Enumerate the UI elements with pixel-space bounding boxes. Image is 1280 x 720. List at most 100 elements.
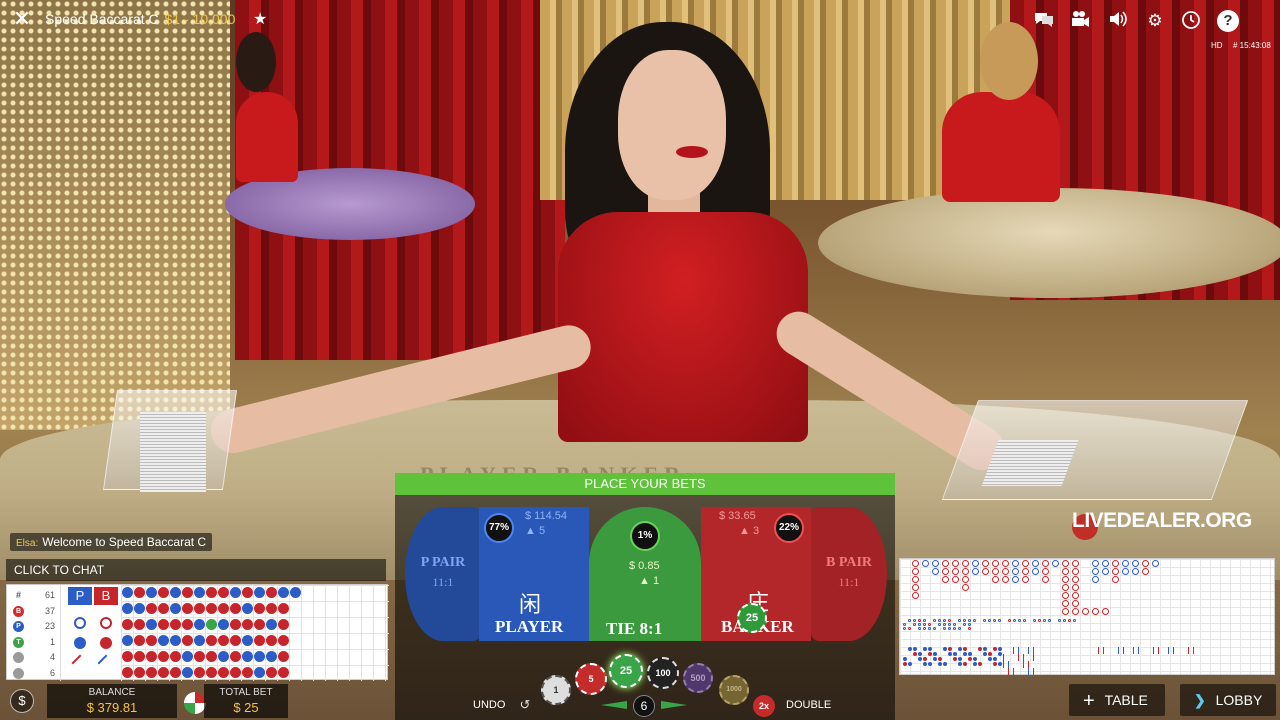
derived-road-mark (923, 657, 927, 661)
gear-icon[interactable]: ⚙ (1143, 9, 1167, 33)
player-prediction-button[interactable]: P (68, 587, 92, 605)
derived-road-mark (1018, 619, 1021, 622)
big-road-result (1112, 560, 1119, 567)
chip-25[interactable]: 25 (609, 654, 643, 688)
derived-road-mark (953, 623, 956, 626)
big-road-result (952, 568, 959, 575)
derived-road-mark (1133, 647, 1134, 654)
bead-road-scoreboard[interactable]: #61 B 37 P 23 T 1 4 6 P B (6, 584, 389, 681)
banker-bet-spot[interactable]: 22% $ 33.65 ▲ 3 庄 BANKER 25 (701, 507, 811, 641)
derived-road-mark (993, 657, 997, 661)
bead-result (134, 635, 145, 646)
bead-result (242, 603, 253, 614)
b-pair-label: B PAIR (825, 555, 873, 570)
chip-1000[interactable]: 1000 (719, 675, 749, 705)
derived-road-mark (923, 623, 926, 626)
chat-input[interactable]: CLICK TO CHAT (6, 559, 386, 581)
bead-result (206, 635, 217, 646)
bead-road-grid (121, 585, 389, 681)
tie-label: TIE 8:1 (606, 619, 663, 638)
derived-road-mark (998, 652, 1002, 656)
big-road-scoreboard[interactable] (899, 558, 1275, 675)
derived-road-mark (1023, 619, 1026, 622)
tie-bet-spot[interactable]: 1% $ 0.85 ▲ 1 TIE 8:1 (589, 507, 701, 641)
chip-5[interactable]: 5 (575, 663, 607, 695)
double-icon[interactable]: 2x (753, 695, 775, 717)
derived-road-mark (958, 647, 962, 651)
video-camera-icon[interactable] (1068, 9, 1092, 33)
history-icon[interactable] (1179, 9, 1203, 33)
big-road-result (1072, 576, 1079, 583)
big-road-result (1042, 568, 1049, 575)
p-pair-odds: 11:1 (432, 575, 454, 589)
bead-result (170, 651, 181, 662)
derived-road-mark (1033, 619, 1036, 622)
banker-cockroach-prediction (97, 654, 115, 672)
derived-road-mark (973, 619, 976, 622)
balance-box: BALANCE $ 379.81 (47, 684, 177, 718)
derived-road-mark (973, 657, 977, 661)
derived-road-mark (1023, 661, 1024, 668)
derived-road-mark (928, 627, 931, 630)
video-quality: HD (1211, 41, 1223, 50)
big-road-result (1122, 560, 1129, 567)
banker-prediction-button[interactable]: B (94, 587, 118, 605)
big-road-result (962, 568, 969, 575)
undo-icon[interactable]: ↺ (515, 695, 535, 715)
bead-result (278, 635, 289, 646)
bead-curtain-left (0, 0, 230, 430)
chip-selector-right-arrow[interactable] (661, 701, 687, 709)
derived-road-mark (938, 662, 942, 666)
big-road-result (1072, 600, 1079, 607)
derived-road-mark (903, 627, 906, 630)
help-icon[interactable]: ? (1217, 10, 1239, 32)
bead-result (194, 667, 205, 678)
table-title: Speed Baccarat C $1 - 10,000 (45, 11, 235, 27)
derived-road-mark (988, 657, 992, 661)
dollar-icon[interactable]: $ (10, 689, 34, 713)
big-road-result (952, 560, 959, 567)
derived-road-mark (1013, 647, 1014, 654)
bead-result (230, 603, 241, 614)
chip-100[interactable]: 100 (647, 657, 679, 689)
derived-road-mark (1073, 619, 1076, 622)
bead-result (146, 651, 157, 662)
lobby-icon: ❯ (1194, 692, 1206, 708)
chip-500[interactable]: 500 (683, 663, 713, 693)
p-pair-bet-spot[interactable]: P PAIR 11:1 (405, 507, 481, 641)
derived-road-mark (963, 647, 967, 651)
bead-result (230, 651, 241, 662)
derived-road-mark (928, 647, 932, 651)
double-label[interactable]: DOUBLE (786, 699, 831, 711)
big-road-result (1142, 560, 1149, 567)
derived-road-mark (1003, 654, 1004, 661)
derived-road-mark (1173, 647, 1174, 654)
derived-road-mark (1168, 647, 1169, 654)
chip-1[interactable]: 1 (541, 675, 571, 705)
bead-result (122, 635, 133, 646)
bead-result (158, 667, 169, 678)
undo-label[interactable]: UNDO (473, 699, 505, 711)
chat-icon[interactable] (1032, 9, 1056, 33)
speaker-icon[interactable] (1106, 9, 1130, 33)
derived-road-mark (1068, 619, 1071, 622)
close-icon[interactable]: ✕ (10, 8, 34, 32)
chip-selector-left-arrow[interactable] (601, 701, 627, 709)
banker-percentage: 22% (774, 513, 804, 543)
bead-result (158, 651, 169, 662)
bead-result (158, 635, 169, 646)
derived-road-mark (1058, 619, 1061, 622)
player-bet-spot[interactable]: 77% $ 114.54 ▲ 5 闲 PLAYER (479, 507, 589, 641)
b-pair-bet-spot[interactable]: B PAIR 11:1 (811, 507, 887, 641)
derived-road-mark (948, 619, 951, 622)
star-icon[interactable]: ★ (253, 9, 267, 29)
table-button[interactable]: + TABLE (1069, 684, 1165, 716)
bead-result (206, 619, 217, 630)
lobby-button[interactable]: ❯ LOBBY (1180, 684, 1276, 716)
bead-result (122, 603, 133, 614)
derived-road-mark (938, 623, 941, 626)
player-total-amount: $ 114.54 (525, 510, 568, 522)
big-road-result (962, 576, 969, 583)
banker-placed-chip[interactable]: 25 (737, 603, 767, 633)
bead-result (122, 667, 133, 678)
